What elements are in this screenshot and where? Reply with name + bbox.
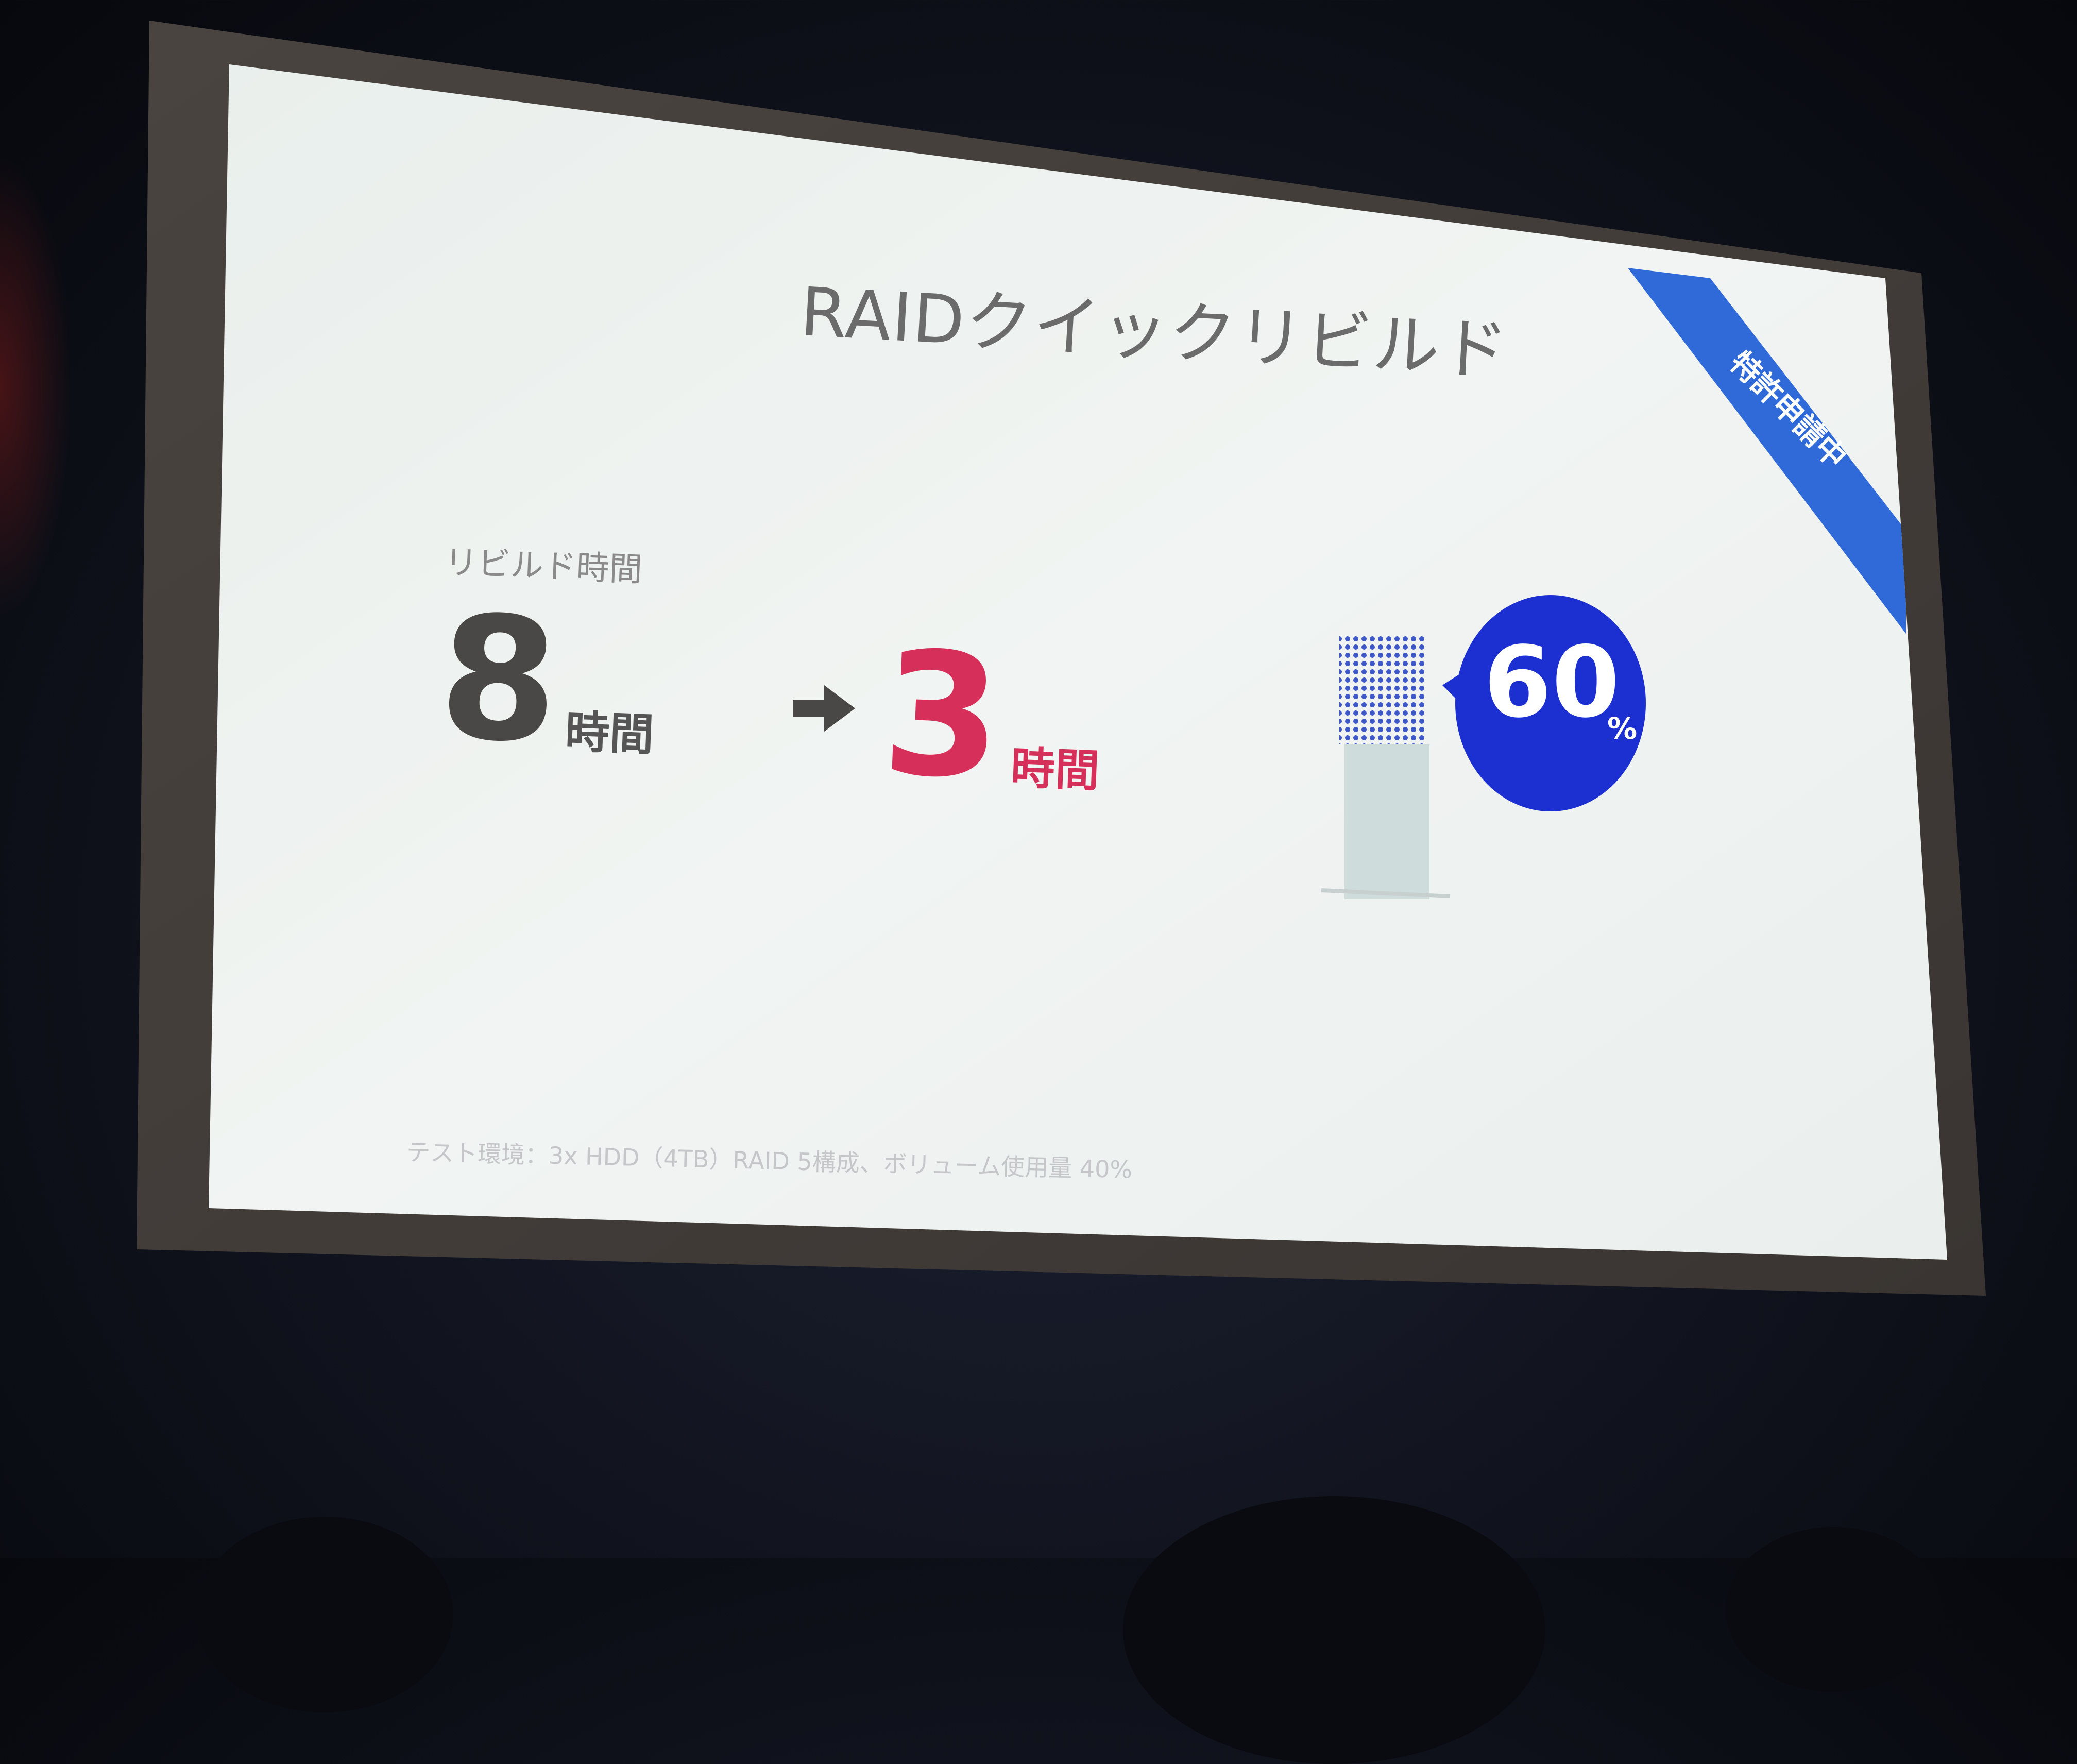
presentation-slide: RAIDクイックリビルド 特許申請中 リビルド時間 8 時間 3 時間 60 %… [0, 0, 2077, 1558]
patent-badge-text: 特許申請中 [1723, 344, 1854, 476]
reduction-unit: % [1607, 711, 1638, 746]
audience-head [1123, 1496, 1545, 1764]
reduction-value: 60 [1484, 625, 1620, 739]
arrow-right-icon [793, 685, 855, 732]
before-value: 8 [436, 579, 562, 781]
slide-title: RAIDクイックリビルド [798, 272, 1511, 391]
after-unit: 時間 [1010, 742, 1101, 798]
after-value: 3 [879, 615, 1005, 817]
before-unit: 時間 [564, 706, 655, 761]
audience-head [196, 1517, 453, 1712]
test-environment-footnote: テスト環境：3x HDD（4TB）RAID 5構成、ボリューム使用量 40% [406, 1138, 1133, 1184]
audience-silhouettes [0, 1342, 2077, 1764]
audience-head [1726, 1527, 1942, 1692]
